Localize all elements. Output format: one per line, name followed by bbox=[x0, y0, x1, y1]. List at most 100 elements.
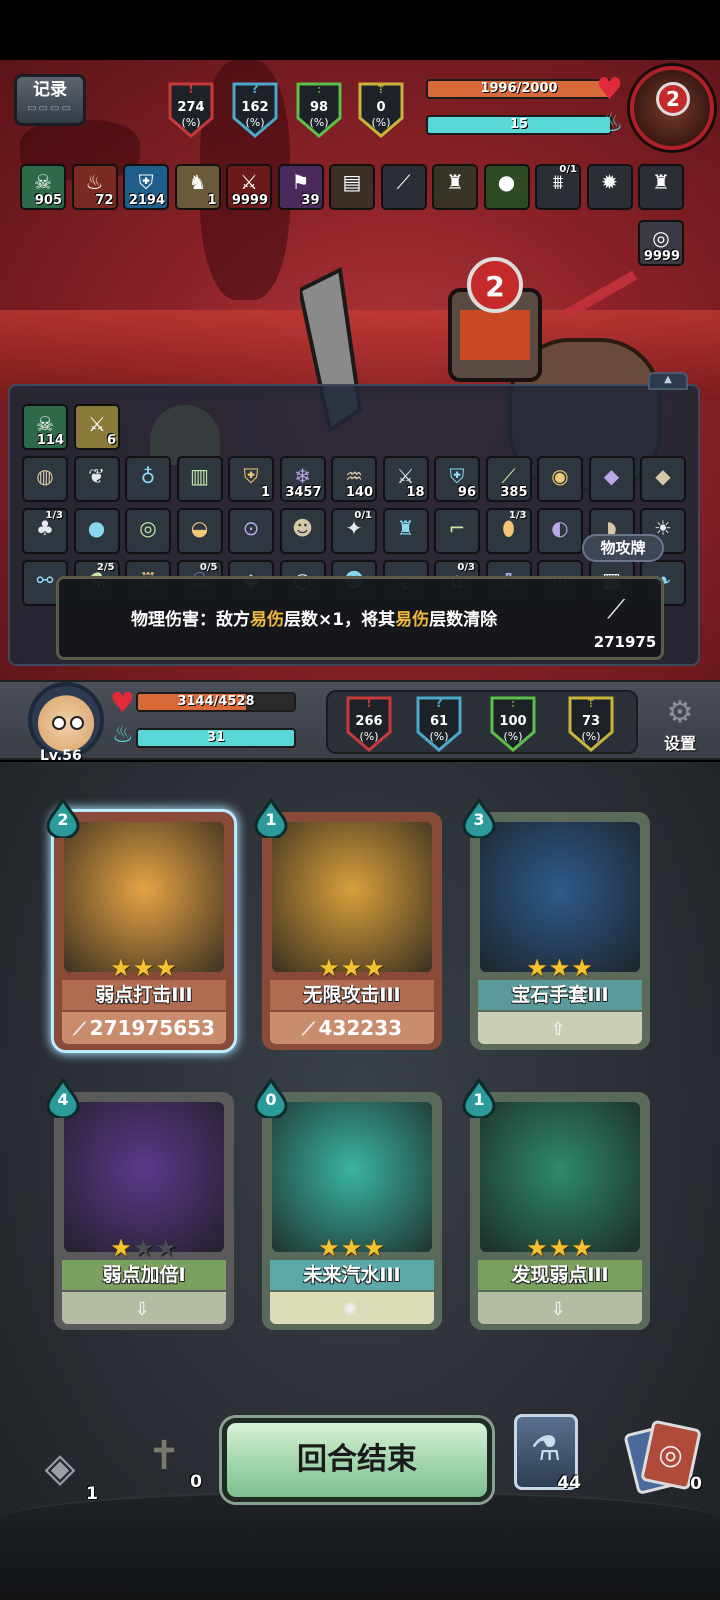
stat-percent: (%) bbox=[429, 730, 449, 743]
hand-card[interactable]: ★★★ 弱点加倍I ⇩ 4 bbox=[46, 1077, 234, 1330]
stat-percent: (%) bbox=[309, 116, 329, 129]
hand-card[interactable]: ★★★ 发现弱点III ⇩ 1 bbox=[462, 1077, 650, 1330]
relic-count: 385 bbox=[500, 485, 528, 500]
star-icon: ★ bbox=[318, 1234, 341, 1262]
player-mana-bar: 31 bbox=[136, 728, 296, 748]
status-fraction: 0/1 bbox=[559, 164, 577, 175]
block-icon[interactable]: ⛨ 96 bbox=[434, 456, 480, 502]
flame-icon[interactable]: ♨ 72 bbox=[71, 164, 118, 210]
bomb-icon[interactable]: ● bbox=[73, 508, 120, 554]
eye-icon[interactable]: ◉ bbox=[537, 456, 583, 502]
slime-glyph: ● bbox=[497, 170, 516, 194]
slime-icon[interactable]: ● bbox=[483, 164, 530, 210]
collapse-chevron-icon[interactable]: ▲ bbox=[648, 372, 688, 390]
frost-icon[interactable]: ❄ 3457 bbox=[279, 456, 326, 502]
vortex-glyph: ◎ bbox=[652, 226, 670, 250]
dodge-stat[interactable]: ⇡ 73 (%) bbox=[566, 694, 616, 752]
wings-icon[interactable]: ❦ bbox=[73, 456, 120, 502]
tusk-icon[interactable]: ⟋ bbox=[380, 164, 427, 210]
crystal-icon[interactable]: ◆ bbox=[588, 456, 635, 502]
hand-card[interactable]: ★★★ 宝石手套III ⇧ 3 bbox=[462, 797, 650, 1050]
card-cost-value: 0 bbox=[265, 1090, 277, 1109]
jaw-icon[interactable]: ⩩ 0/1 bbox=[535, 164, 581, 210]
star-icon: ★ bbox=[363, 954, 386, 982]
bag-icon[interactable]: ♁ bbox=[125, 456, 171, 502]
status-count: 1 bbox=[207, 193, 217, 208]
card-name: 弱点加倍I bbox=[62, 1260, 226, 1290]
skull-icon[interactable]: ☠ 905 bbox=[20, 164, 66, 210]
armor-icon[interactable]: ♜ bbox=[382, 508, 429, 554]
hand-card[interactable]: ★★★ 无限攻击III ⟋ 432233 1 bbox=[254, 797, 442, 1050]
physical-card-tag[interactable]: 物攻牌 bbox=[582, 534, 664, 562]
settings-button[interactable]: ⚙ 设置 bbox=[652, 696, 708, 754]
book-icon[interactable]: ▤ bbox=[329, 164, 375, 210]
draw-pile[interactable]: ◈ 1 bbox=[22, 1430, 98, 1506]
hand-card[interactable]: ★★★ 弱点打击III ⟋ 271975653 2 bbox=[46, 797, 234, 1050]
hand-card[interactable]: ★★★ 未来汽水III ✺ 0 bbox=[254, 1077, 442, 1330]
end-turn-button[interactable]: 回合结束 bbox=[222, 1418, 492, 1502]
ice-shield-icon[interactable]: ⛨ 1 bbox=[228, 456, 274, 502]
attack-stat[interactable]: ! 266 (%) bbox=[344, 694, 394, 752]
player-mana-text: 31 bbox=[206, 730, 226, 745]
shield-wood-icon[interactable]: ◍ bbox=[22, 456, 68, 502]
star-icon: ★ bbox=[132, 1234, 156, 1262]
star-icon: ★ bbox=[571, 1234, 594, 1262]
scroll-icon[interactable]: ▥ bbox=[176, 456, 223, 502]
bleed-icon[interactable]: ⚔ 18 bbox=[382, 456, 429, 502]
stat-percent: (%) bbox=[359, 730, 379, 743]
tooltip-prefix: 物理伤害：敌方 bbox=[131, 610, 250, 630]
scroll-glyph: ▥ bbox=[190, 464, 209, 488]
card-cost-value: 1 bbox=[265, 810, 277, 829]
armor-icon[interactable]: ♜ bbox=[432, 164, 478, 210]
pan-icon[interactable]: ◐ bbox=[537, 508, 583, 554]
poison-icon[interactable]: ♒ 140 bbox=[331, 456, 377, 502]
relic-fraction: 1/3 bbox=[508, 510, 527, 521]
spike-icon[interactable]: ✹ bbox=[586, 164, 633, 210]
crit-stat[interactable]: ? 162 (%) bbox=[230, 80, 280, 138]
player-avatar[interactable] bbox=[28, 682, 104, 758]
rhino-icon[interactable]: ♞ 1 bbox=[174, 164, 221, 210]
monster-icon[interactable]: ☻ bbox=[279, 508, 326, 554]
claw-icon[interactable]: ⚔ 9999 bbox=[226, 164, 272, 210]
skull-icon[interactable]: ☠ 114 bbox=[22, 404, 68, 450]
card-cost-value: 3 bbox=[473, 810, 485, 829]
goggles-icon[interactable]: ⊙ bbox=[228, 508, 274, 554]
sword-icon[interactable]: ⚔ 6 bbox=[74, 404, 120, 450]
dodge-stat[interactable]: ⇡ 0 (%) bbox=[356, 80, 406, 138]
attack-icon: ⟋ bbox=[301, 1019, 315, 1040]
boar-icon[interactable]: ♜ bbox=[638, 164, 684, 210]
crit-stat[interactable]: ? 61 (%) bbox=[414, 694, 464, 752]
helmet-icon[interactable]: ◒ bbox=[176, 508, 223, 554]
defense-stat[interactable]: ⫶ 100 (%) bbox=[488, 694, 538, 752]
card-footer: ⇩ bbox=[478, 1292, 642, 1324]
monster-glyph: ☻ bbox=[292, 516, 313, 540]
helmet-glyph: ◒ bbox=[190, 516, 209, 540]
enemy-hp-bar: 1996/2000 bbox=[426, 79, 612, 99]
record-button[interactable]: 记录 ▭▭▭▭ bbox=[14, 74, 86, 126]
card-art bbox=[480, 822, 640, 972]
pacifier-icon[interactable]: ✦ 0/1 bbox=[331, 508, 377, 554]
relic-fraction: 0/5 bbox=[199, 562, 218, 573]
settings-label: 设置 bbox=[663, 734, 696, 753]
nest-icon[interactable]: ◎ bbox=[125, 508, 171, 554]
grave-pile[interactable]: ✝ 0 bbox=[126, 1418, 202, 1494]
plant-icon[interactable]: ♣ 1/3 bbox=[22, 508, 68, 554]
deck-pile[interactable]: ⚗ 44 bbox=[514, 1414, 581, 1493]
crystal-icon[interactable]: ◆ bbox=[640, 456, 686, 502]
attack-stat[interactable]: ! 274 (%) bbox=[166, 80, 216, 138]
stat-value: 100 bbox=[499, 714, 527, 729]
boss-portrait[interactable]: 2 bbox=[630, 66, 714, 150]
gun-icon[interactable]: ⌐ bbox=[434, 508, 480, 554]
slash-icon[interactable]: ⟋ 385 bbox=[485, 456, 532, 502]
wings-glyph: ❦ bbox=[88, 464, 105, 488]
attack-icon: ! bbox=[188, 82, 194, 97]
stat-value: 73 bbox=[581, 714, 601, 729]
crystal-glyph: ◆ bbox=[603, 464, 620, 488]
discard-pile[interactable]: ◎ 0 bbox=[623, 1419, 702, 1496]
demon-icon[interactable]: ⚑ 39 bbox=[277, 164, 324, 210]
card-damage: 271975653 bbox=[89, 1016, 215, 1040]
vortex-icon[interactable]: ◎ 9999 bbox=[638, 220, 684, 266]
egg-icon[interactable]: ⬮ 1/3 bbox=[485, 508, 532, 554]
defense-stat[interactable]: ⫶ 98 (%) bbox=[294, 80, 344, 138]
shield-icon[interactable]: ⛨ 2194 bbox=[123, 164, 169, 210]
